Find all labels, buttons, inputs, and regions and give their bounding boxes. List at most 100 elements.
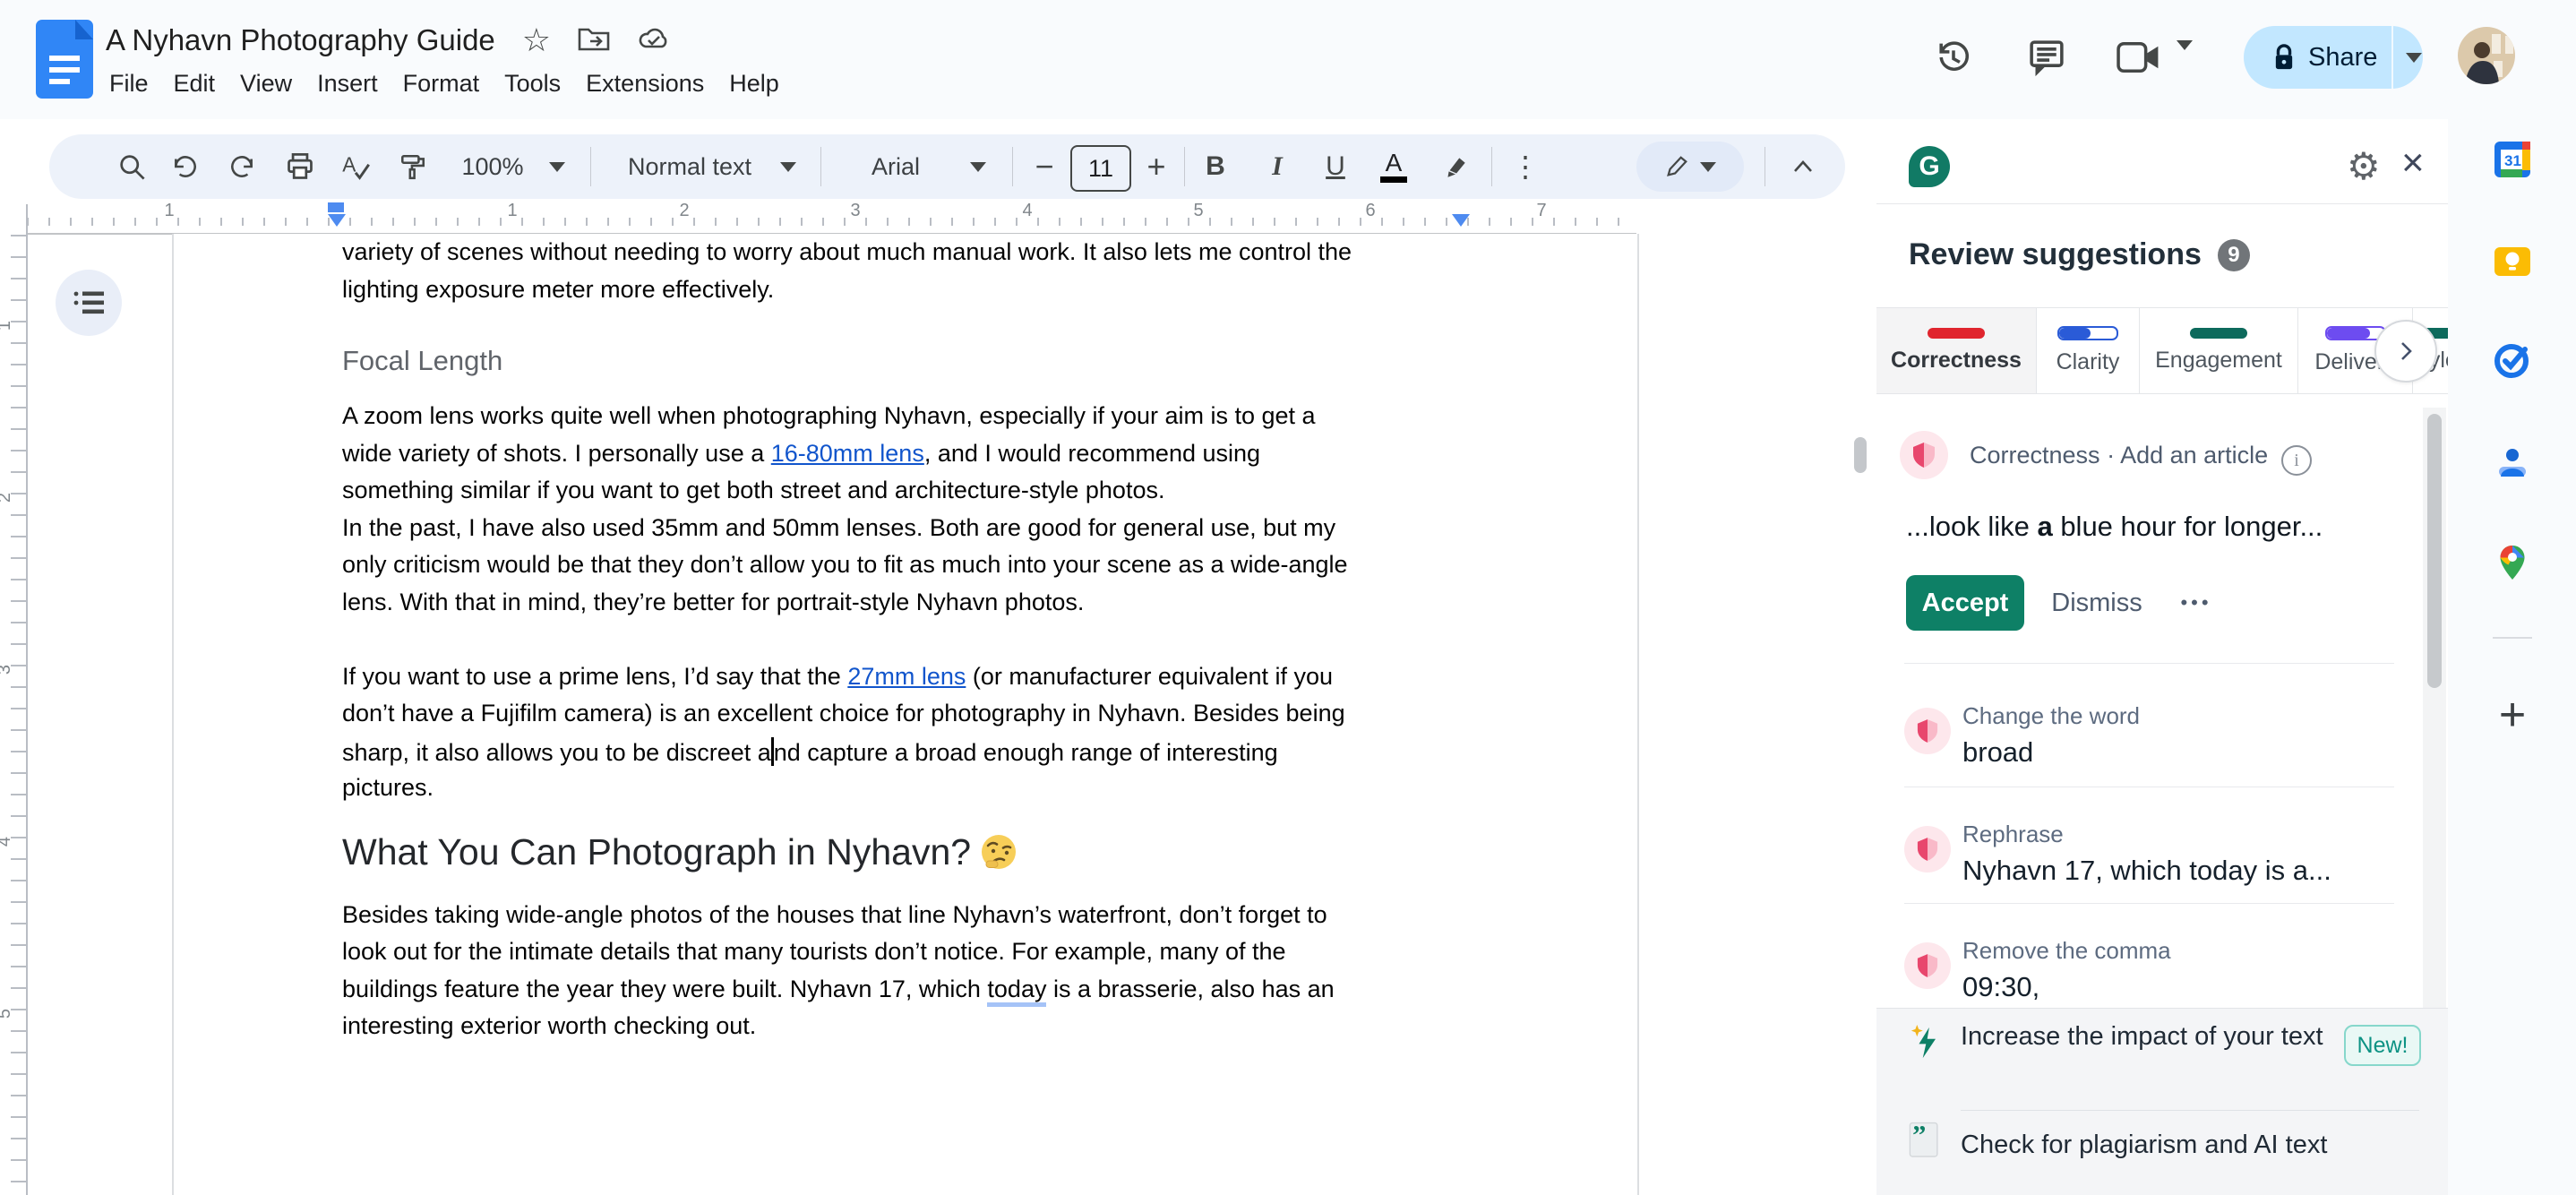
increase-font-size-button[interactable]: + bbox=[1138, 134, 1175, 199]
doc-line[interactable]: If you want to use a prime lens, I’d say… bbox=[342, 663, 1480, 701]
hyperlink[interactable]: 16-80mm lens bbox=[771, 440, 924, 467]
menu-item-tools[interactable]: Tools bbox=[492, 66, 573, 101]
tabs-next-chevron-button[interactable] bbox=[2374, 320, 2437, 383]
paragraph: Besides taking wide-angle photos of the … bbox=[342, 901, 1480, 1050]
tab-correctness[interactable]: Correctness bbox=[1876, 308, 2037, 393]
panel-scrollbar-thumb[interactable] bbox=[2427, 414, 2442, 688]
underline-button[interactable]: U bbox=[1314, 134, 1357, 199]
menu-item-help[interactable]: Help bbox=[717, 66, 792, 101]
redo-icon[interactable] bbox=[218, 134, 266, 199]
text-cursor bbox=[770, 736, 774, 766]
account-avatar[interactable] bbox=[2458, 27, 2515, 84]
paint-format-icon[interactable] bbox=[388, 134, 438, 199]
hide-menus-chevron-icon[interactable] bbox=[1778, 134, 1828, 199]
get-add-ons-button[interactable]: + bbox=[2493, 689, 2532, 741]
doc-line[interactable]: look out for the intimate details that m… bbox=[342, 938, 1480, 976]
zoom-select[interactable]: 100% bbox=[443, 134, 542, 199]
doc-line[interactable]: don’t have a Fujifilm camera) is an exce… bbox=[342, 700, 1480, 737]
share-button[interactable]: Share bbox=[2244, 26, 2423, 89]
doc-line[interactable]: In the past, I have also used 35mm and 5… bbox=[342, 514, 1480, 552]
italic-button[interactable]: I bbox=[1257, 134, 1298, 199]
font-size-input[interactable]: 11 bbox=[1070, 145, 1131, 192]
star-icon[interactable]: ☆ bbox=[522, 21, 551, 59]
doc-line[interactable]: variety of scenes without needing to wor… bbox=[342, 238, 1480, 276]
paragraph-style-select[interactable]: Normal text bbox=[605, 134, 775, 199]
doc-line[interactable]: Besides taking wide-angle photos of the … bbox=[342, 901, 1480, 939]
doc-line[interactable]: only criticism would be that they don’t … bbox=[342, 551, 1480, 589]
document-scrollbar[interactable] bbox=[1854, 437, 1867, 473]
horizontal-ruler bbox=[27, 218, 1639, 226]
menu-item-edit[interactable]: Edit bbox=[161, 66, 228, 101]
suggestion-item[interactable]: broad bbox=[1962, 736, 2033, 769]
accept-button[interactable]: Accept bbox=[1906, 575, 2024, 631]
google-contacts-icon[interactable] bbox=[2493, 443, 2532, 482]
hyperlink[interactable]: 27mm lens bbox=[847, 663, 966, 690]
panel-close-icon[interactable]: × bbox=[2401, 141, 2425, 185]
tab-engagement[interactable]: Engagement bbox=[2140, 308, 2298, 393]
suggestion-card-label[interactable]: Correctness · Add an article bbox=[1970, 442, 2268, 469]
doc-line[interactable]: sharp, it also allows you to be discreet… bbox=[342, 736, 1480, 775]
more-toolbar-options-icon[interactable]: ⋮ bbox=[1502, 134, 1549, 199]
footer-divider bbox=[1961, 1110, 2419, 1111]
google-keep-icon[interactable] bbox=[2493, 242, 2532, 281]
suggestion-item[interactable]: 09:30, bbox=[1962, 971, 2039, 1003]
ruler-number: 2 bbox=[0, 493, 15, 503]
document-title[interactable]: A Nyhavn Photography Guide bbox=[106, 23, 495, 57]
google-tasks-icon[interactable] bbox=[2493, 340, 2532, 380]
tab-clarity[interactable]: Clarity bbox=[2037, 308, 2140, 393]
heading[interactable]: Focal Length bbox=[342, 345, 1480, 384]
suggestion-count-badge: 9 bbox=[2217, 238, 2250, 271]
suggestion-underline[interactable]: today bbox=[987, 975, 1047, 1007]
doc-line[interactable]: A zoom lens works quite well when photog… bbox=[342, 402, 1480, 440]
heading[interactable]: What You Can Photograph in Nyhavn? bbox=[342, 831, 1480, 878]
doc-line[interactable]: pictures. bbox=[342, 774, 1480, 812]
menu-item-file[interactable]: File bbox=[97, 66, 161, 101]
dismiss-button[interactable]: Dismiss bbox=[2045, 575, 2149, 631]
document-outline-button[interactable] bbox=[56, 270, 122, 336]
cloud-saved-icon[interactable] bbox=[637, 25, 671, 56]
font-caret-icon[interactable] bbox=[965, 134, 992, 199]
increase-impact-item[interactable]: Increase the impact of your text bbox=[1961, 1018, 2355, 1056]
search-menus-icon[interactable] bbox=[105, 134, 159, 199]
menu-item-format[interactable]: Format bbox=[391, 66, 493, 101]
menu-item-insert[interactable]: Insert bbox=[305, 66, 391, 101]
first-line-indent-marker[interactable] bbox=[328, 202, 344, 212]
spellcheck-icon[interactable]: A bbox=[331, 134, 381, 199]
doc-line[interactable]: lighting exposure meter more effectively… bbox=[342, 276, 1480, 314]
google-docs-logo-icon[interactable] bbox=[36, 20, 93, 99]
decrease-font-size-button[interactable]: − bbox=[1026, 134, 1063, 199]
font-select[interactable]: Arial bbox=[837, 134, 954, 199]
plagiarism-check-item[interactable]: Check for plagiarism and AI text bbox=[1961, 1131, 2327, 1160]
highlight-color-icon[interactable] bbox=[1430, 134, 1481, 199]
doc-line[interactable]: buildings feature the year they were bui… bbox=[342, 975, 1480, 1013]
doc-line[interactable]: something similar if you want to get bot… bbox=[342, 477, 1480, 514]
menu-item-view[interactable]: View bbox=[228, 66, 305, 101]
zoom-caret-icon[interactable] bbox=[544, 134, 571, 199]
right-indent-marker[interactable] bbox=[1452, 214, 1470, 227]
undo-icon[interactable] bbox=[161, 134, 210, 199]
share-dropdown-caret-icon[interactable] bbox=[2406, 52, 2423, 63]
card-more-options-icon[interactable]: ••• bbox=[2165, 575, 2228, 631]
bold-button[interactable]: B bbox=[1194, 134, 1237, 199]
doc-line[interactable]: wide variety of shots. I personally use … bbox=[342, 440, 1480, 477]
editing-mode-button[interactable] bbox=[1636, 142, 1744, 192]
meet-dropdown-caret-icon[interactable] bbox=[2177, 40, 2193, 66]
move-folder-icon[interactable] bbox=[578, 24, 610, 57]
suggestion-item[interactable]: Nyhavn 17, which today is a... bbox=[1962, 855, 2331, 887]
style-caret-icon[interactable] bbox=[775, 134, 802, 199]
panel-settings-gear-icon[interactable]: ⚙ bbox=[2347, 144, 2381, 188]
left-indent-marker[interactable] bbox=[328, 214, 346, 227]
menu-item-extensions[interactable]: Extensions bbox=[573, 66, 717, 101]
google-calendar-icon[interactable]: 31 bbox=[2493, 140, 2532, 179]
comments-icon[interactable] bbox=[2026, 37, 2067, 82]
divider bbox=[1904, 903, 2394, 904]
print-icon[interactable] bbox=[275, 134, 325, 199]
doc-line[interactable]: lens. With that in mind, they’re better … bbox=[342, 589, 1480, 626]
google-maps-icon[interactable] bbox=[2493, 543, 2532, 582]
text-color-button[interactable]: A bbox=[1372, 134, 1415, 199]
meet-video-icon[interactable] bbox=[2116, 39, 2162, 80]
divider bbox=[1904, 663, 2394, 664]
info-icon[interactable]: i bbox=[2281, 445, 2312, 476]
version-history-icon[interactable] bbox=[1933, 37, 1974, 82]
doc-line[interactable]: interesting exterior worth checking out. bbox=[342, 1012, 1480, 1050]
